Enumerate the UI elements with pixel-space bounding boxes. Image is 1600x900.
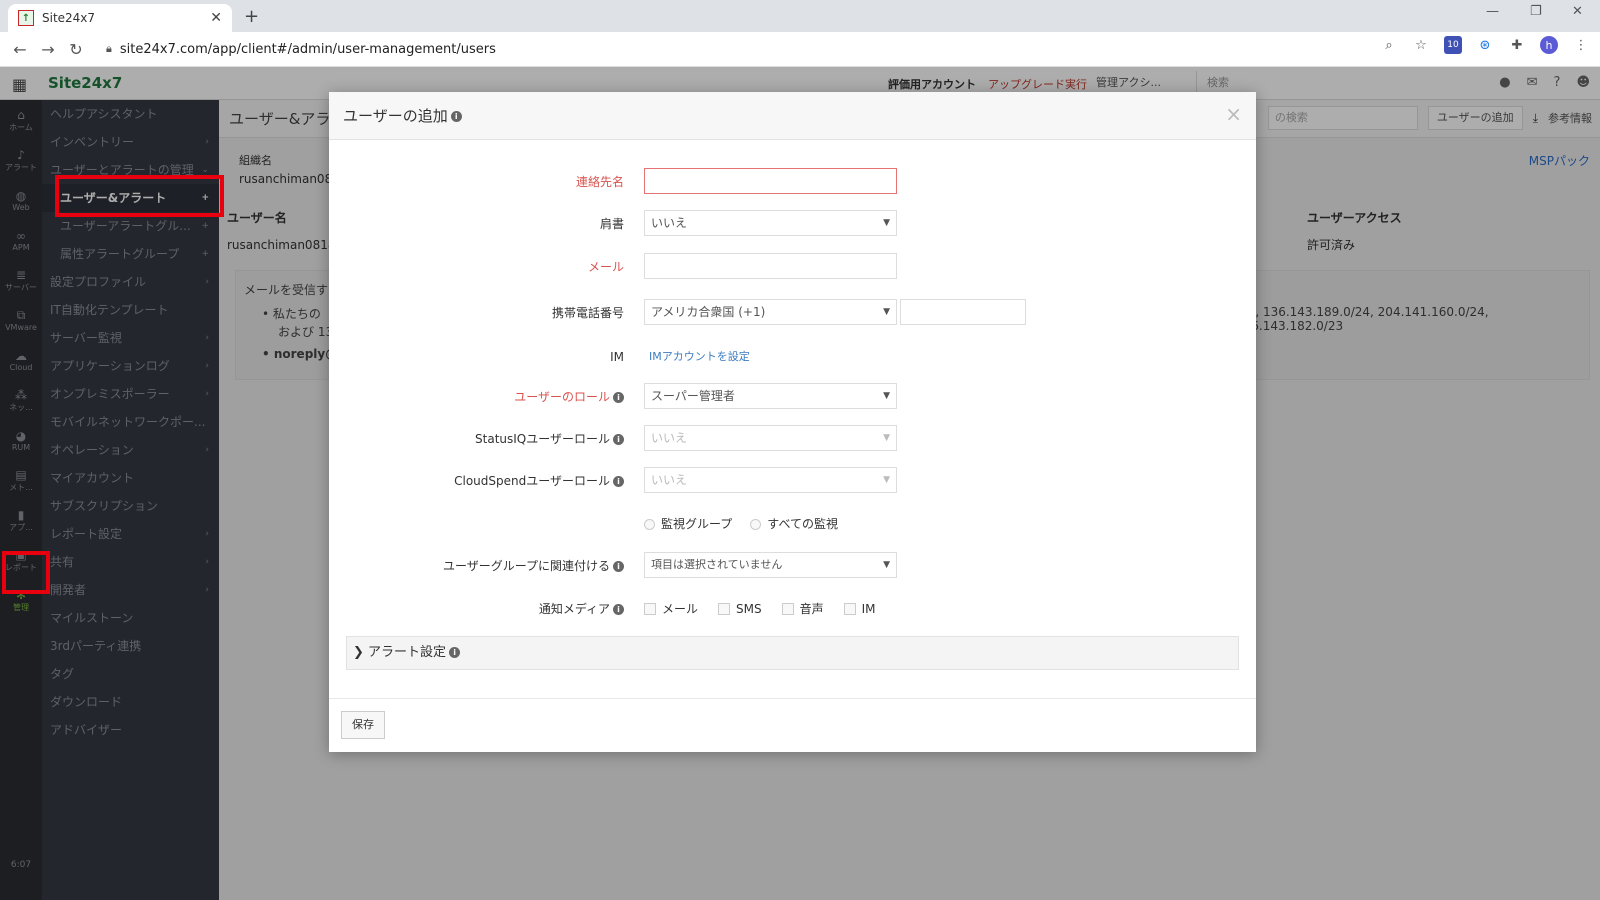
row-cloudspend-role: CloudSpendユーザーロール i いいえ ▼ (329, 467, 1256, 495)
notify-im-label: IM (861, 602, 876, 616)
row-phone: 携帯電話番号 アメリカ合衆国 (+1) ▼ (329, 299, 1256, 327)
phone-country-select[interactable]: アメリカ合衆国 (+1) ▼ (644, 299, 897, 325)
browser-tab[interactable]: ↑ Site24x7 ✕ (8, 4, 232, 32)
extension-icon[interactable]: ⊛ (1476, 36, 1494, 54)
reload-icon[interactable]: ↻ (62, 40, 90, 59)
all-monitors-radio[interactable] (750, 518, 762, 530)
highlight-box-reports (2, 551, 50, 594)
row-title: 肩書 いいえ ▼ (329, 210, 1256, 238)
info-icon[interactable]: i (613, 604, 624, 615)
bookmark-star-icon[interactable]: ☆ (1412, 36, 1430, 54)
save-button[interactable]: 保存 (341, 711, 385, 739)
highlight-box-users-alerts (55, 175, 224, 217)
forward-icon[interactable]: → (34, 40, 62, 59)
url-text: site24x7.com/app/client#/admin/user-mana… (119, 41, 496, 57)
user-role-label: ユーザーのロール i (514, 383, 624, 411)
minimize-icon[interactable]: — (1486, 4, 1499, 19)
all-monitors-label: すべての監視 (767, 517, 838, 531)
site24x7-favicon-icon: ↑ (18, 10, 34, 26)
puzzle-icon[interactable]: ✚ (1508, 36, 1526, 54)
info-icon[interactable]: i (613, 476, 624, 487)
extension-badge-icon[interactable]: 10 (1444, 36, 1462, 54)
statusiq-role-select[interactable]: いいえ ▼ (644, 425, 897, 451)
caret-down-icon: ▼ (883, 475, 890, 485)
modal-title: ユーザーの追加 i (343, 105, 462, 126)
caret-down-icon: ▼ (883, 391, 890, 401)
more-menu-icon[interactable]: ⋮ (1572, 36, 1590, 54)
row-user-group: ユーザーグループに関連付ける i 項目は選択されていません ▼ (329, 552, 1256, 580)
info-icon[interactable]: i (613, 392, 624, 403)
notify-voice-label: 音声 (799, 602, 824, 616)
row-user-role: ユーザーのロール i スーパー管理者 ▼ (329, 383, 1256, 411)
close-icon[interactable]: × (1225, 102, 1242, 126)
contact-name-label: 連絡先名 (575, 175, 624, 189)
phone-label: 携帯電話番号 (551, 306, 624, 320)
browser-tabbar: ↑ Site24x7 ✕ + — ❐ ✕ (0, 0, 1600, 32)
notify-email-checkbox[interactable] (644, 603, 656, 615)
statusiq-role-label: StatusIQユーザーロール i (475, 425, 624, 453)
user-role-select[interactable]: スーパー管理者 ▼ (644, 383, 897, 409)
row-im: IM IMアカウントを設定 (329, 343, 1256, 371)
user-group-select[interactable]: 項目は選択されていません ▼ (644, 552, 897, 578)
row-monitor-scope: 監視グループ すべての監視 (329, 510, 1256, 538)
contact-name-input[interactable] (644, 168, 897, 194)
row-notify-media: 通知メディア i メール SMS 音声 IM (329, 595, 1256, 623)
monitor-group-label: 監視グループ (661, 517, 733, 531)
user-group-label: ユーザーグループに関連付ける i (443, 552, 624, 580)
caret-down-icon: ▼ (883, 218, 890, 228)
info-icon[interactable]: i (449, 647, 461, 658)
browser-address-bar: ← → ↻ 🔒︎ site24x7.com/app/client#/admin/… (0, 32, 1600, 67)
modal-header: ユーザーの追加 i × (329, 92, 1256, 140)
title-select[interactable]: いいえ ▼ (644, 210, 897, 236)
alert-settings-toggle[interactable]: ❯ アラート設定 i (346, 636, 1239, 670)
info-icon[interactable]: i (613, 434, 624, 445)
notify-sms-checkbox[interactable] (718, 603, 731, 615)
restore-icon[interactable]: ❐ (1530, 4, 1542, 19)
profile-avatar[interactable]: h (1540, 36, 1558, 54)
lock-icon: 🔒︎ (106, 42, 112, 55)
phone-number-input[interactable] (900, 299, 1026, 325)
notify-sms-label: SMS (736, 602, 762, 616)
caret-down-icon: ▼ (883, 560, 890, 570)
cloudspend-role-select[interactable]: いいえ ▼ (644, 467, 897, 493)
add-user-modal: ユーザーの追加 i × 連絡先名 肩書 いいえ ▼ メール 携帯電話番号 アメリカ合… (329, 92, 1256, 752)
tab-title: Site24x7 (42, 11, 96, 25)
close-tab-icon[interactable]: ✕ (210, 10, 222, 26)
back-icon[interactable]: ← (6, 40, 34, 59)
notify-voice-checkbox[interactable] (781, 603, 794, 615)
im-label: IM (610, 350, 624, 364)
row-statusiq-role: StatusIQユーザーロール i いいえ ▼ (329, 425, 1256, 453)
zoom-icon[interactable]: ⌕ (1380, 36, 1398, 54)
notify-email-label: メール (662, 602, 699, 616)
chevron-right-icon: ❯ (353, 645, 364, 660)
set-im-account-link[interactable]: IMアカウントを設定 (649, 343, 750, 371)
url-field[interactable]: 🔒︎ site24x7.com/app/client#/admin/user-m… (98, 35, 1338, 63)
title-label: 肩書 (599, 217, 624, 231)
modal-footer: 保存 (329, 698, 1256, 752)
cloudspend-role-label: CloudSpendユーザーロール i (454, 467, 624, 495)
new-tab-icon[interactable]: + (244, 6, 259, 27)
close-window-icon[interactable]: ✕ (1572, 4, 1583, 19)
row-email: メール (329, 253, 1256, 281)
notify-im-checkbox[interactable] (843, 603, 856, 615)
row-contact-name: 連絡先名 (329, 168, 1256, 196)
info-icon[interactable]: i (450, 111, 462, 122)
caret-down-icon: ▼ (883, 307, 890, 317)
caret-down-icon: ▼ (883, 433, 890, 443)
email-field[interactable] (644, 253, 897, 279)
notify-media-label: 通知メディア i (539, 595, 624, 623)
info-icon[interactable]: i (613, 561, 624, 572)
email-label: メール (587, 260, 624, 274)
monitor-group-radio[interactable] (644, 518, 655, 530)
